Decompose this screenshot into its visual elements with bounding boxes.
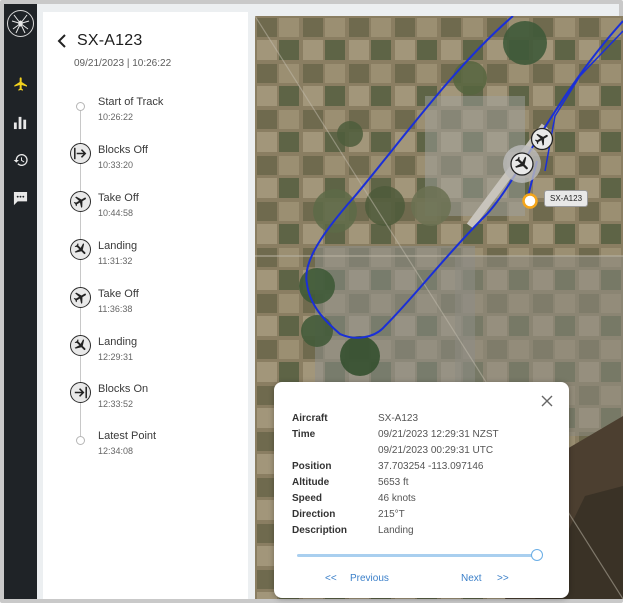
timeline-event[interactable]: Landing 11:31:32 — [43, 239, 248, 280]
app-logo[interactable] — [7, 10, 34, 37]
timeline-event[interactable]: Blocks Off 10:33:20 — [43, 143, 248, 184]
timeline-dot-icon — [76, 102, 85, 111]
event-time: 11:36:38 — [98, 304, 133, 314]
info-value: 37.703254 -113.097146 — [378, 461, 484, 472]
app-frame: SX-A123 09/21/2023 | 10:26:22 Start of T… — [0, 0, 623, 603]
back-button[interactable] — [57, 32, 71, 50]
info-label: Altitude — [292, 477, 330, 488]
info-value: 09/21/2023 00:29:31 UTC — [378, 445, 494, 456]
slider-handle[interactable] — [531, 549, 543, 561]
info-value: 46 knots — [378, 493, 416, 504]
timeline-event[interactable]: Take Off 11:36:38 — [43, 287, 248, 328]
blocks-on-icon — [70, 382, 91, 403]
event-name: Blocks Off — [98, 144, 148, 156]
close-button[interactable] — [541, 394, 555, 408]
aircraft-title: SX-A123 — [77, 32, 143, 49]
nav-history[interactable] — [4, 147, 37, 173]
event-time: 10:33:20 — [98, 160, 134, 170]
event-name: Blocks On — [98, 383, 149, 395]
info-label: Time — [292, 429, 316, 440]
landing-icon — [70, 335, 91, 356]
event-name: Take Off — [98, 192, 139, 204]
history-icon — [13, 154, 28, 166]
info-label: Aircraft — [292, 413, 328, 424]
panel-header: SX-A123 — [57, 32, 142, 50]
info-value: 215°T — [378, 509, 405, 520]
track-date: 09/21/2023 | 10:26:22 — [74, 58, 172, 69]
takeoff-icon — [70, 191, 91, 212]
info-label: Speed — [292, 493, 323, 504]
event-time: 11:31:32 — [98, 256, 133, 266]
timeline-event[interactable]: Latest Point 12:34:08 — [43, 430, 248, 470]
chat-icon — [13, 191, 28, 205]
previous-arrows[interactable]: << — [325, 573, 337, 584]
blocks-off-icon — [70, 143, 91, 164]
bar-chart-icon — [13, 116, 27, 129]
next-arrows[interactable]: >> — [497, 573, 509, 584]
timeline-event[interactable]: Landing 12:29:31 — [43, 335, 248, 376]
landing-icon — [70, 239, 91, 260]
chevron-left-icon — [57, 34, 66, 48]
event-name: Start of Track — [98, 96, 164, 108]
nav-messages[interactable] — [4, 185, 37, 211]
event-name: Latest Point — [98, 430, 157, 442]
close-icon — [541, 395, 553, 407]
nav-flights[interactable] — [4, 71, 37, 97]
event-name: Landing — [98, 336, 138, 348]
timeline-event[interactable]: Blocks On 12:33:52 — [43, 382, 248, 423]
airplane-icon — [13, 77, 27, 91]
timeline-dot-icon — [76, 436, 85, 445]
event-time: 10:44:58 — [98, 208, 134, 218]
info-label: Direction — [292, 509, 336, 520]
previous-button[interactable]: Previous — [350, 573, 389, 584]
event-time: 10:26:22 — [98, 112, 134, 122]
info-value: 09/21/2023 12:29:31 NZST — [378, 429, 499, 440]
timeline-event[interactable]: Take Off 10:44:58 — [43, 191, 248, 232]
event-name: Landing — [98, 240, 138, 252]
event-time: 12:29:31 — [98, 352, 134, 362]
info-label: Description — [292, 525, 348, 536]
event-name: Take Off — [98, 288, 139, 300]
aircraft-map-label[interactable]: SX-A123 — [544, 190, 589, 207]
info-value: Landing — [378, 525, 414, 536]
spider-logo-icon — [11, 14, 30, 34]
timeline-event[interactable]: Start of Track 10:26:22 — [43, 96, 248, 136]
info-value: 5653 ft — [378, 477, 409, 488]
info-value: SX-A123 — [378, 413, 419, 424]
event-time: 12:34:08 — [98, 446, 134, 456]
timeline-slider[interactable] — [297, 549, 543, 561]
takeoff-icon — [70, 287, 91, 308]
track-panel: SX-A123 09/21/2023 | 10:26:22 Start of T… — [43, 12, 248, 599]
event-time: 12:33:52 — [98, 399, 134, 409]
nav-reports[interactable] — [4, 109, 37, 135]
info-label: Position — [292, 461, 332, 472]
nav-rail — [4, 4, 37, 599]
track-point-popup: Aircraft SX-A123 Time 09/21/2023 12:29:31 … — [274, 382, 569, 598]
next-button[interactable]: Next — [461, 573, 482, 584]
